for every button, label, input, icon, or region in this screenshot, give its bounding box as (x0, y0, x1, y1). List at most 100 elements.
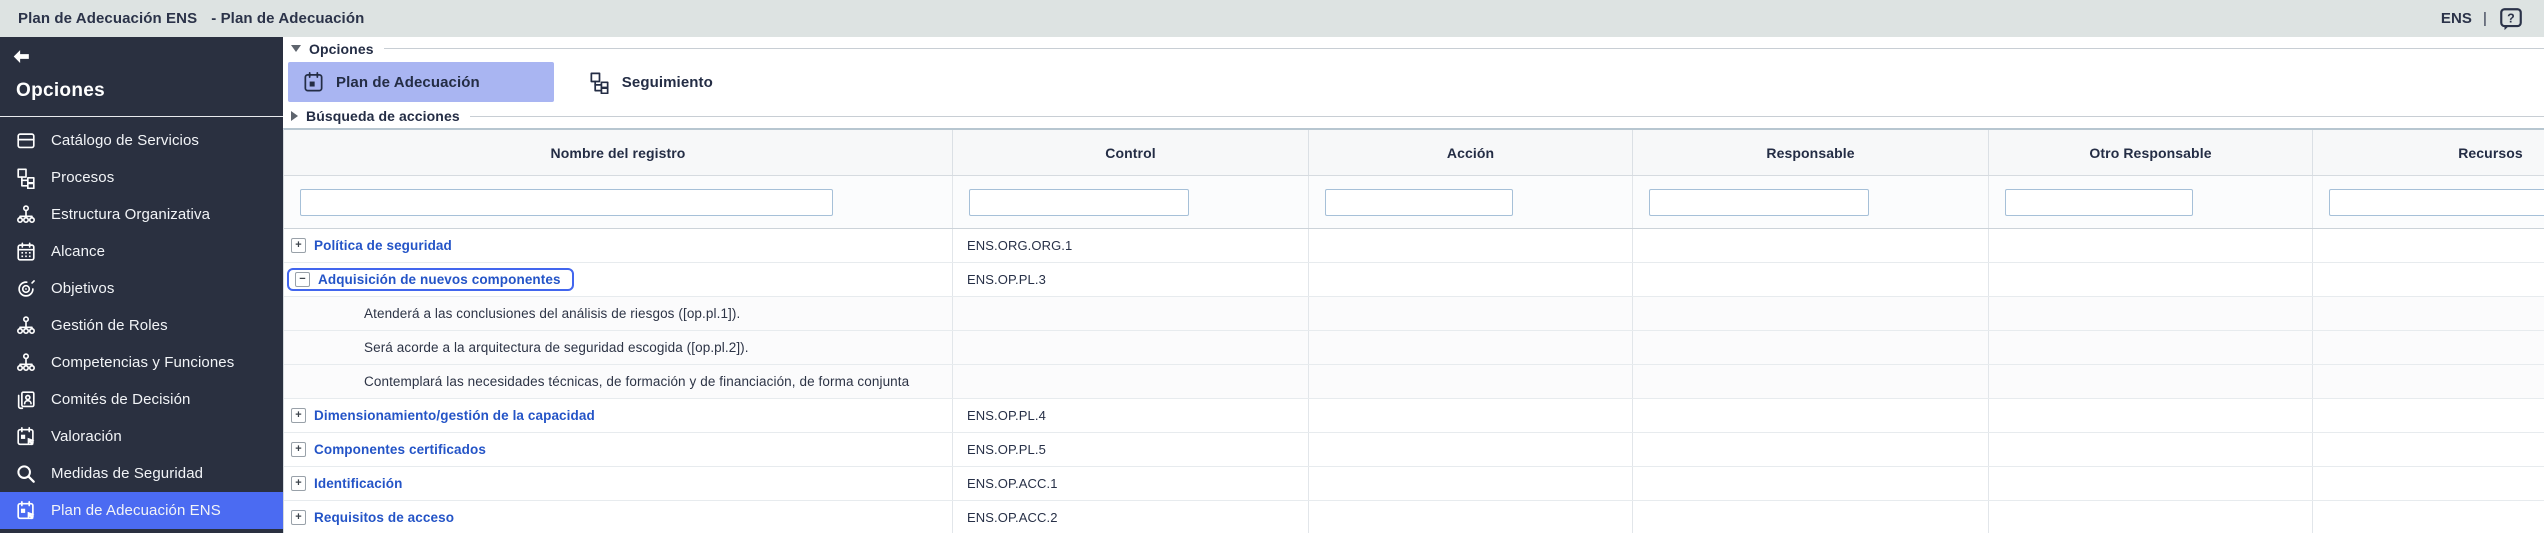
record-name-cell: + Dimensionamiento/gestión de la capacida… (284, 399, 953, 432)
empty-cell (2313, 331, 2544, 364)
triangle-right-icon (291, 111, 298, 121)
record-link[interactable]: Dimensionamiento/gestión de la capacidad (314, 408, 595, 423)
target-icon (15, 278, 37, 300)
record-link[interactable]: Componentes certificados (314, 442, 486, 457)
control-code-cell: ENS.OP.ACC.1 (953, 467, 1309, 500)
record-name-cell: −Adquisición de nuevos componentes (284, 263, 953, 296)
help-bubble-icon[interactable]: ? (2498, 6, 2524, 32)
column-header-recursos: Recursos (2313, 130, 2544, 175)
record-name-cell: Contemplará las necesidades técnicas, de… (284, 365, 953, 398)
sidebar-item-plan-de-adecuaci-n-ens[interactable]: Plan de Adecuación ENS (0, 492, 283, 529)
filter-input-responsable[interactable] (1649, 189, 1869, 216)
filter-input-control[interactable] (969, 189, 1189, 216)
plus-box-icon[interactable]: + (291, 476, 306, 491)
actions-grid: Nombre del registroControlAcciónResponsa… (283, 128, 2544, 533)
empty-cell (953, 365, 1309, 398)
record-name-cell: + Componentes certificados (284, 433, 953, 466)
empty-cell (2313, 501, 2544, 533)
empty-cell (2313, 297, 2544, 330)
section-header-opciones[interactable]: Opciones (283, 37, 2544, 60)
empty-cell (1633, 365, 1989, 398)
back-arrow-icon[interactable] (9, 46, 39, 71)
empty-cell (2313, 263, 2544, 296)
sidebar-item-label: Competencias y Funciones (51, 354, 234, 371)
empty-cell (1989, 365, 2313, 398)
empty-cell (1989, 229, 2313, 262)
record-link[interactable]: Identificación (314, 476, 402, 491)
empty-cell (1989, 297, 2313, 330)
triangle-down-icon (291, 45, 301, 52)
control-code-cell: ENS.ORG.ORG.1 (953, 229, 1309, 262)
top-bar: Plan de Adecuación ENS - Plan de Adecuac… (0, 0, 2544, 37)
grid-record-row: + Identificación ENS.OP.ACC.1 (284, 467, 2544, 501)
record-link[interactable]: Requisitos de acceso (314, 510, 454, 525)
column-header-nombre-del-registro: Nombre del registro (284, 130, 953, 175)
plus-box-icon[interactable]: + (291, 408, 306, 423)
document-card-icon (15, 130, 37, 152)
sidebar-item-comit-s-de-decisi-n[interactable]: Comités de Decisión (0, 381, 283, 418)
empty-cell (1633, 433, 1989, 466)
empty-cell (2313, 433, 2544, 466)
filter-cell (953, 176, 1309, 228)
plus-box-icon[interactable]: + (291, 510, 306, 525)
section-header-busqueda[interactable]: Búsqueda de acciones (283, 104, 2544, 128)
breadcrumb-primary: Plan de Adecuación ENS (18, 10, 197, 27)
sidebar-item-estructura-organizativa[interactable]: Estructura Organizativa (0, 196, 283, 233)
id-card-stack-icon (15, 389, 37, 411)
plus-box-icon[interactable]: + (291, 442, 306, 457)
empty-cell (1989, 331, 2313, 364)
tab-label: Seguimiento (622, 74, 713, 91)
empty-cell (1633, 229, 1989, 262)
sidebar-item-label: Gestión de Roles (51, 317, 168, 334)
column-header-control: Control (953, 130, 1309, 175)
control-code-cell: ENS.OP.PL.5 (953, 433, 1309, 466)
calendar-icon (302, 71, 325, 94)
empty-cell (1633, 467, 1989, 500)
empty-cell (1989, 399, 2313, 432)
calendar-cursor-icon (15, 500, 37, 522)
sidebar-item-objetivos[interactable]: Objetivos (0, 270, 283, 307)
tab-seguimiento[interactable]: Seguimiento (574, 62, 733, 102)
filter-input-otro-responsable[interactable] (2005, 189, 2193, 216)
record-link[interactable]: Política de seguridad (314, 238, 452, 253)
empty-cell (1989, 501, 2313, 533)
control-code: ENS.ORG.ORG.1 (953, 238, 1072, 253)
empty-cell (1633, 501, 1989, 533)
empty-cell (1989, 433, 2313, 466)
sidebar-item-alcance[interactable]: Alcance (0, 233, 283, 270)
control-code: ENS.OP.ACC.1 (953, 476, 1058, 491)
grid-record-row: + Política de seguridad ENS.ORG.ORG.1 (284, 229, 2544, 263)
empty-cell (953, 331, 1309, 364)
search-icon (15, 463, 37, 485)
grid-record-row: −Adquisición de nuevos componentesENS.OP… (284, 263, 2544, 297)
sidebar-item-medidas-de-seguridad[interactable]: Medidas de Seguridad (0, 455, 283, 492)
sidebar-item-procesos[interactable]: Procesos (0, 159, 283, 196)
filter-cell (284, 176, 953, 228)
filter-input-recursos[interactable] (2329, 189, 2544, 216)
filter-input-nombre-del-registro[interactable] (300, 189, 833, 216)
selected-record-outline: −Adquisición de nuevos componentes (287, 268, 574, 291)
tab-bar: Plan de Adecuación Seguimiento (283, 60, 2544, 104)
filter-cell (1633, 176, 1989, 228)
tab-plan-de-adecuaci-n[interactable]: Plan de Adecuación (288, 62, 554, 102)
empty-cell (2313, 399, 2544, 432)
sidebar-item-label: Comités de Decisión (51, 391, 190, 408)
sidebar-item-competencias-y-funciones[interactable]: Competencias y Funciones (0, 344, 283, 381)
filter-cell (1309, 176, 1633, 228)
grid-record-row: + Componentes certificados ENS.OP.PL.5 (284, 433, 2544, 467)
empty-cell (1633, 263, 1989, 296)
sidebar-item-label: Alcance (51, 243, 105, 260)
record-name-cell: + Política de seguridad (284, 229, 953, 262)
sidebar-item-valoraci-n[interactable]: Valoración (0, 418, 283, 455)
sidebar-item-cat-logo-de-servicios[interactable]: Catálogo de Servicios (0, 122, 283, 159)
sidebar-item-gesti-n-de-roles[interactable]: Gestión de Roles (0, 307, 283, 344)
control-code: ENS.OP.ACC.2 (953, 510, 1058, 525)
section-rule (470, 116, 2544, 117)
record-link[interactable]: Adquisición de nuevos componentes (318, 272, 561, 287)
sidebar-item-label: Valoración (51, 428, 122, 445)
plus-box-icon[interactable]: + (291, 238, 306, 253)
calendar-grid-icon (15, 241, 37, 263)
minus-box-icon[interactable]: − (295, 272, 310, 287)
filter-input-acci-n[interactable] (1325, 189, 1513, 216)
ens-label: ENS (2441, 10, 2472, 27)
